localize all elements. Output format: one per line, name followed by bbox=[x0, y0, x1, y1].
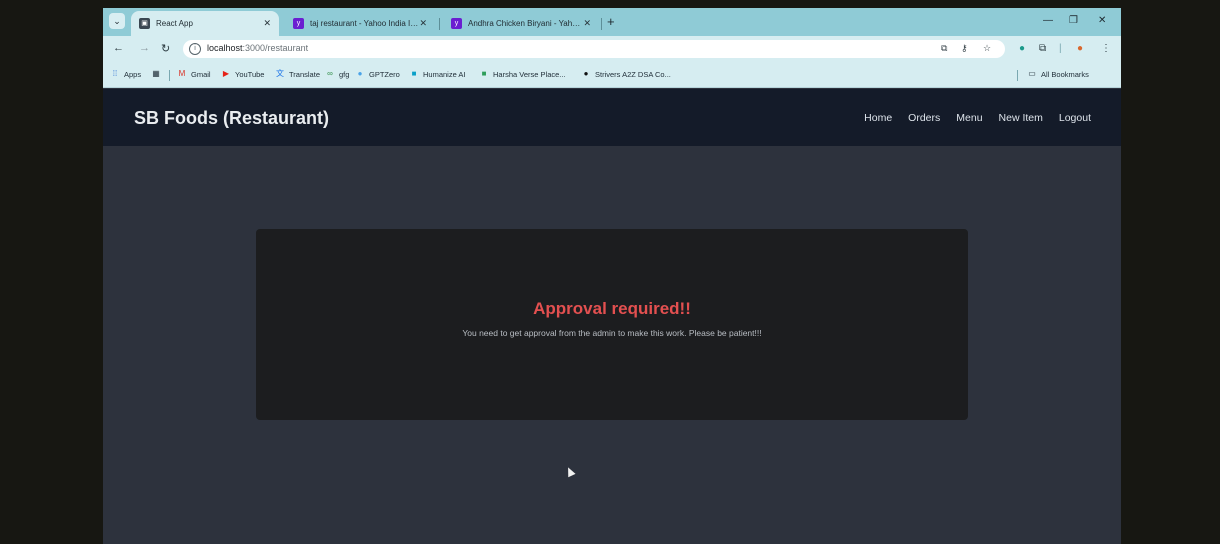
grid-icon: ▦ bbox=[152, 69, 160, 78]
gptzero-icon: ● bbox=[357, 69, 363, 78]
extension-icon[interactable]: ● bbox=[1019, 43, 1025, 54]
tab-search-icon[interactable]: ⌄ bbox=[109, 13, 125, 29]
brand-title[interactable]: SB Foods (Restaurant) bbox=[134, 108, 329, 129]
translate-icon: 文 bbox=[276, 69, 284, 78]
toolbar-separator: | bbox=[1059, 43, 1062, 54]
bookmark-harsha-verse[interactable]: ■ Harsha Verse Place... bbox=[479, 69, 566, 79]
yahoo-favicon-icon: y bbox=[293, 18, 304, 29]
folder-icon: ▭ bbox=[1028, 69, 1036, 78]
nav-home[interactable]: Home bbox=[864, 112, 892, 124]
nav-orders[interactable]: Orders bbox=[908, 112, 940, 124]
screen-frame: ⌄ ▣ React App ✕ y taj restaurant - Yahoo… bbox=[0, 0, 1220, 544]
harsha-icon: ■ bbox=[481, 69, 487, 78]
approval-notice-card: Approval required!! You need to get appr… bbox=[256, 229, 968, 420]
gfg-icon: ∞ bbox=[327, 69, 333, 78]
nav-logout[interactable]: Logout bbox=[1059, 112, 1091, 124]
nav-new-item[interactable]: New Item bbox=[999, 112, 1043, 124]
page-content: SB Foods (Restaurant) Home Orders Menu N… bbox=[103, 89, 1121, 544]
bookmark-apps[interactable]: ⁞⁞ Apps bbox=[110, 69, 141, 79]
nav-links: Home Orders Menu New Item Logout bbox=[864, 112, 1091, 124]
forward-icon[interactable]: → bbox=[139, 42, 150, 54]
cast-icon[interactable]: ⧉ bbox=[941, 43, 947, 54]
approval-message: You need to get approval from the admin … bbox=[462, 328, 762, 338]
browser-window: ⌄ ▣ React App ✕ y taj restaurant - Yahoo… bbox=[103, 8, 1121, 544]
new-tab-icon[interactable]: + bbox=[607, 14, 615, 29]
close-tab-icon[interactable]: ✕ bbox=[419, 18, 427, 29]
react-app-favicon-icon: ▣ bbox=[139, 18, 150, 29]
bookmark-gmail[interactable]: M Gmail bbox=[177, 69, 211, 79]
tab-andhra-biryani[interactable]: y Andhra Chicken Biryani - Yahoo... ✕ bbox=[443, 11, 599, 36]
address-bar[interactable]: i localhost:3000/restaurant ⧉ ⚷ ☆ bbox=[183, 40, 1005, 58]
back-icon[interactable]: ← bbox=[113, 42, 124, 54]
bookmark-gfg[interactable]: ∞ gfg bbox=[325, 69, 349, 79]
close-window-icon[interactable]: ✕ bbox=[1098, 15, 1106, 26]
reload-icon[interactable]: ↻ bbox=[161, 42, 170, 55]
strivers-icon: ● bbox=[583, 69, 589, 78]
bookmark-separator bbox=[169, 70, 170, 81]
tab-title: taj restaurant - Yahoo India In... bbox=[310, 19, 420, 28]
tab-strip: ⌄ ▣ React App ✕ y taj restaurant - Yahoo… bbox=[103, 8, 1121, 36]
gmail-icon: M bbox=[178, 69, 186, 78]
bookmark-youtube[interactable]: ▶ YouTube bbox=[221, 69, 265, 79]
restore-icon[interactable]: ❐ bbox=[1069, 15, 1078, 26]
minimize-icon[interactable]: — bbox=[1043, 15, 1053, 26]
password-key-icon[interactable]: ⚷ bbox=[961, 43, 968, 54]
bookmark-gptzero[interactable]: ● GPTZero bbox=[355, 69, 400, 79]
all-bookmarks-button[interactable]: ▭ All Bookmarks bbox=[1027, 69, 1089, 79]
tab-taj-restaurant[interactable]: y taj restaurant - Yahoo India In... ✕ bbox=[285, 11, 435, 36]
bookmark-strivers[interactable]: ● Strivers A2Z DSA Co... bbox=[581, 69, 671, 79]
tab-title: Andhra Chicken Biryani - Yahoo... bbox=[468, 19, 584, 28]
tab-separator bbox=[601, 18, 602, 30]
youtube-icon: ▶ bbox=[222, 69, 230, 78]
close-tab-icon[interactable]: ✕ bbox=[263, 18, 271, 29]
bookmark-separator bbox=[1017, 70, 1018, 81]
bookmark-translate[interactable]: 文 Translate bbox=[275, 69, 320, 79]
tab-react-app[interactable]: ▣ React App ✕ bbox=[131, 11, 279, 36]
app-navbar: SB Foods (Restaurant) Home Orders Menu N… bbox=[103, 89, 1121, 146]
yahoo-favicon-icon: y bbox=[451, 18, 462, 29]
extensions-puzzle-icon[interactable]: ⧉ bbox=[1039, 43, 1046, 54]
approval-title: Approval required!! bbox=[533, 299, 691, 318]
bookmarks-bar: ⁞⁞ Apps ▦ M Gmail ▶ YouTube 文 Translate ∞ gfg… bbox=[103, 62, 1121, 88]
url-text: localhost:3000/restaurant bbox=[207, 43, 309, 53]
tab-title: React App bbox=[156, 19, 193, 28]
bookmark-star-icon[interactable]: ☆ bbox=[983, 43, 991, 54]
site-info-icon[interactable]: i bbox=[189, 43, 201, 55]
nav-menu[interactable]: Menu bbox=[956, 112, 982, 124]
close-tab-icon[interactable]: ✕ bbox=[583, 18, 591, 29]
humanize-icon: ■ bbox=[411, 69, 417, 78]
apps-grid-icon: ⁞⁞ bbox=[112, 69, 118, 78]
tab-separator bbox=[439, 18, 440, 30]
browser-menu-icon[interactable]: ⋮ bbox=[1101, 43, 1111, 54]
bookmark-humanize-ai[interactable]: ■ Humanize AI bbox=[409, 69, 466, 79]
bookmark-grid[interactable]: ▦ bbox=[151, 69, 165, 79]
browser-toolbar: ← → ↻ i localhost:3000/restaurant ⧉ ⚷ ☆ … bbox=[103, 36, 1121, 62]
profile-avatar-icon[interactable]: ● bbox=[1077, 43, 1083, 54]
